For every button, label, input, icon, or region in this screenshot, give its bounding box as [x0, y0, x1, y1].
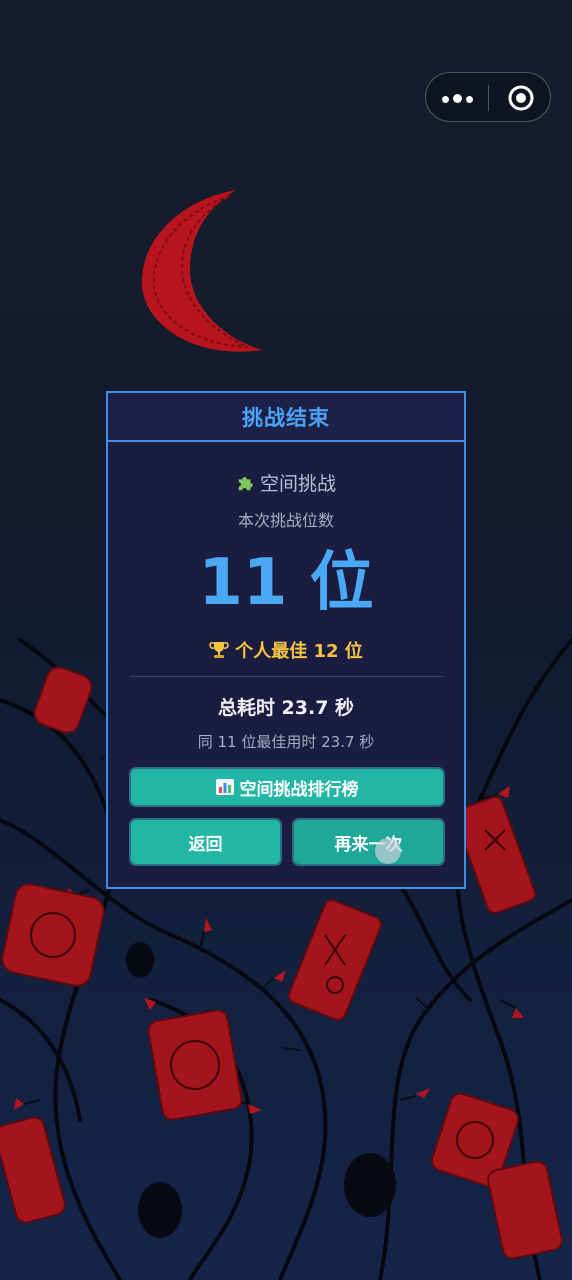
- more-dots-icon: [440, 88, 475, 107]
- same-digits-best: 同 11 位最佳用时 23.7 秒: [197, 733, 375, 751]
- personal-best-line: 个人最佳 12 位: [108, 637, 464, 663]
- personal-best: 个人最佳 12 位: [235, 641, 363, 662]
- leaderboard-label: 空间挑战排行榜: [239, 779, 359, 800]
- subtitle: 本次挑战位数: [237, 511, 334, 530]
- close-button[interactable]: [507, 84, 535, 112]
- trophy-icon: [209, 642, 229, 658]
- divider: [130, 676, 444, 677]
- result-digits: 11 位: [198, 546, 374, 620]
- target-close-icon: [508, 85, 534, 111]
- back-label: 返回: [188, 834, 223, 855]
- total-time: 总耗时 23.7 秒: [217, 697, 355, 719]
- dialog-title: 挑战结束: [108, 393, 464, 442]
- capsule-divider: [488, 85, 489, 111]
- mode-name: 空间挑战: [259, 473, 336, 495]
- back-button[interactable]: 返回: [129, 818, 282, 866]
- result-dialog: 挑战结束 空间挑战 本次挑战位数 11 位 个人最佳 12 位 总耗时 23.7…: [106, 391, 466, 889]
- bar-chart-icon: [215, 779, 234, 795]
- mode-line: 空间挑战: [108, 469, 464, 496]
- puzzle-icon: [238, 477, 253, 491]
- touch-indicator: [375, 838, 401, 864]
- leaderboard-button[interactable]: 空间挑战排行榜: [129, 767, 445, 807]
- more-button[interactable]: [426, 73, 488, 121]
- mini-program-capsule: [425, 72, 551, 122]
- retry-button[interactable]: 再来一次: [292, 818, 445, 866]
